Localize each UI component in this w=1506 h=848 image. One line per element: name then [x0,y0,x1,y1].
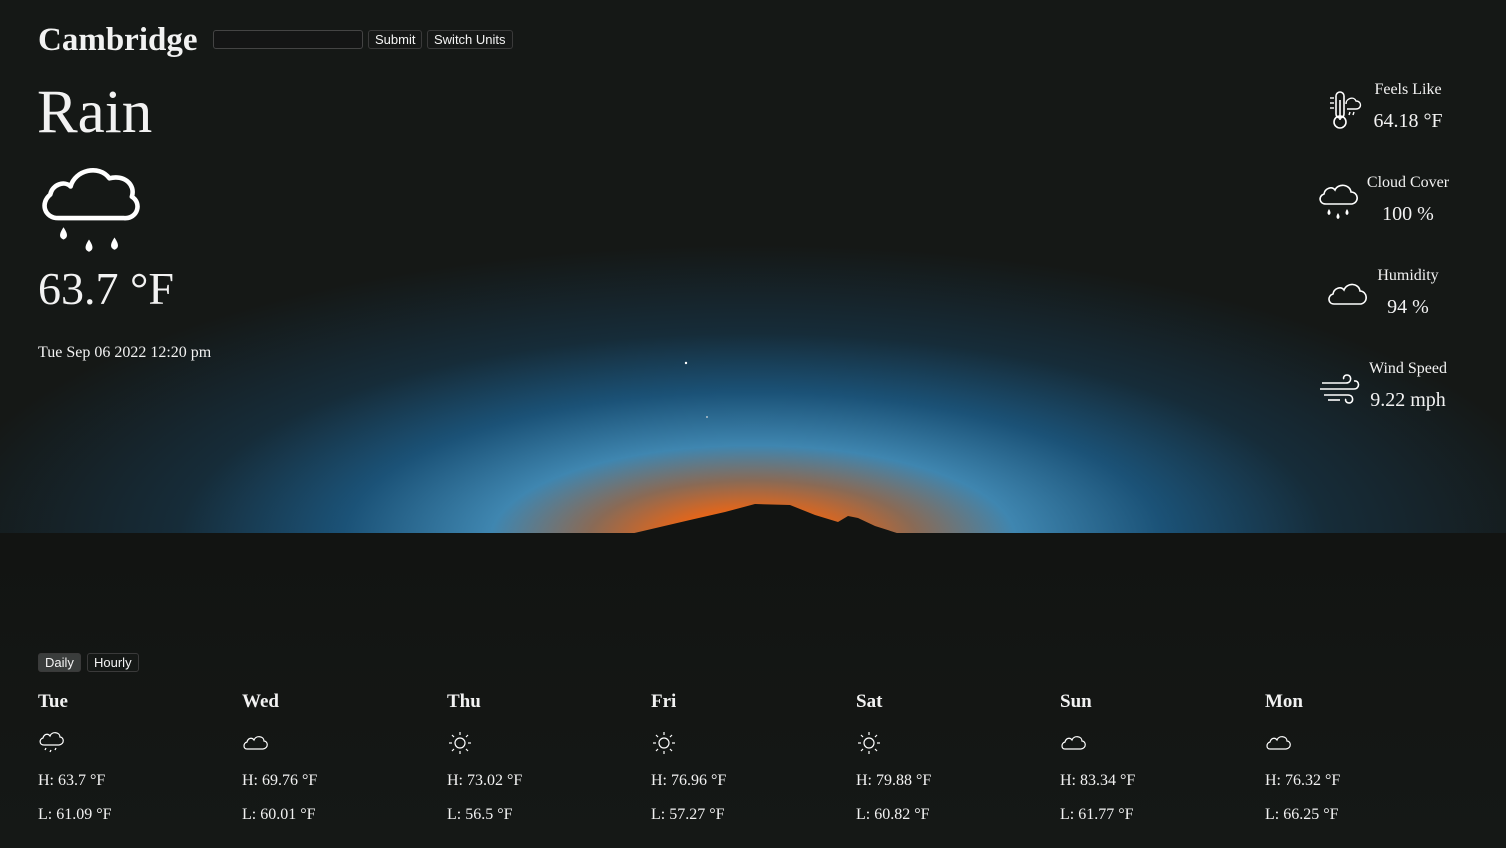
cloud-rain-icon [42,168,140,252]
cloud-icon [1061,736,1086,750]
forecast-day: Fri H: 76.96 °F L: 57.27 °F [651,690,831,825]
forecast-low: L: 57.27 °F [651,806,725,823]
forecast-high: H: 79.88 °F [856,772,932,789]
current-datetime: Tue Sep 06 2022 12:20 pm [38,344,212,361]
submit-button[interactable]: Submit [368,30,423,49]
cloud-rain-icon [39,732,64,753]
forecast-day-name: Sat [856,691,883,712]
forecast-high: H: 69.76 °F [242,772,318,789]
forecast-high: H: 76.32 °F [1265,772,1341,789]
forecast-high: H: 73.02 °F [447,772,523,789]
feels-like-label: Feels Like [1374,81,1442,98]
feels-like-value: 64.18 °F [1373,110,1443,132]
cloud-cover-label: Cloud Cover [1366,174,1450,191]
forecast-day: Sun H: 83.34 °F L: 61.77 °F [1060,690,1240,825]
switch-units-button[interactable]: Switch Units [427,30,513,49]
sun-icon [653,732,675,754]
forecast-low: L: 56.5 °F [447,806,513,823]
humidity-value: 94 % [1387,296,1429,318]
forecast-day-name: Fri [651,691,677,712]
wind-speed-label: Wind Speed [1368,360,1447,377]
sun-icon [449,732,471,754]
current-temperature: 63.7 °F [38,263,174,314]
cloud-cover-value: 100 % [1382,203,1434,225]
wind-speed-value: 9.22 mph [1370,389,1446,411]
forecast-day: Thu H: 73.02 °F L: 56.5 °F [447,690,627,825]
forecast-high: H: 76.96 °F [651,772,727,789]
tab-hourly[interactable]: Hourly [87,653,139,672]
tab-daily[interactable]: Daily [38,653,81,672]
forecast-high: H: 83.34 °F [1060,772,1136,789]
forecast-day-name: Thu [447,691,481,712]
forecast-low: L: 66.25 °F [1265,806,1339,823]
city-name: Cambridge [38,22,198,58]
forecast-day-name: Sun [1060,691,1092,712]
city-search-input[interactable] [213,30,363,49]
forecast-day: Mon H: 76.32 °F L: 66.25 °F [1265,690,1445,825]
sun-icon [858,732,880,754]
cloud-icon [243,736,268,750]
forecast-day: Tue H: 63.7 °F L: 61.09 °F [38,690,218,825]
forecast-high: H: 63.7 °F [38,772,106,789]
humidity-label: Humidity [1377,267,1439,284]
forecast-low: L: 60.82 °F [856,806,930,823]
forecast-low: L: 60.01 °F [242,806,316,823]
forecast-day-name: Tue [38,691,68,712]
cloud-icon [1266,736,1291,750]
forecast-low: L: 61.09 °F [38,806,112,823]
forecast-day: Sat H: 79.88 °F L: 60.82 °F [856,690,1036,825]
forecast-day: Wed H: 69.76 °F L: 60.01 °F [242,690,422,825]
forecast-day-name: Mon [1265,691,1303,712]
forecast-low: L: 61.77 °F [1060,806,1134,823]
current-condition: Rain [37,79,153,146]
forecast-day-name: Wed [242,691,279,712]
